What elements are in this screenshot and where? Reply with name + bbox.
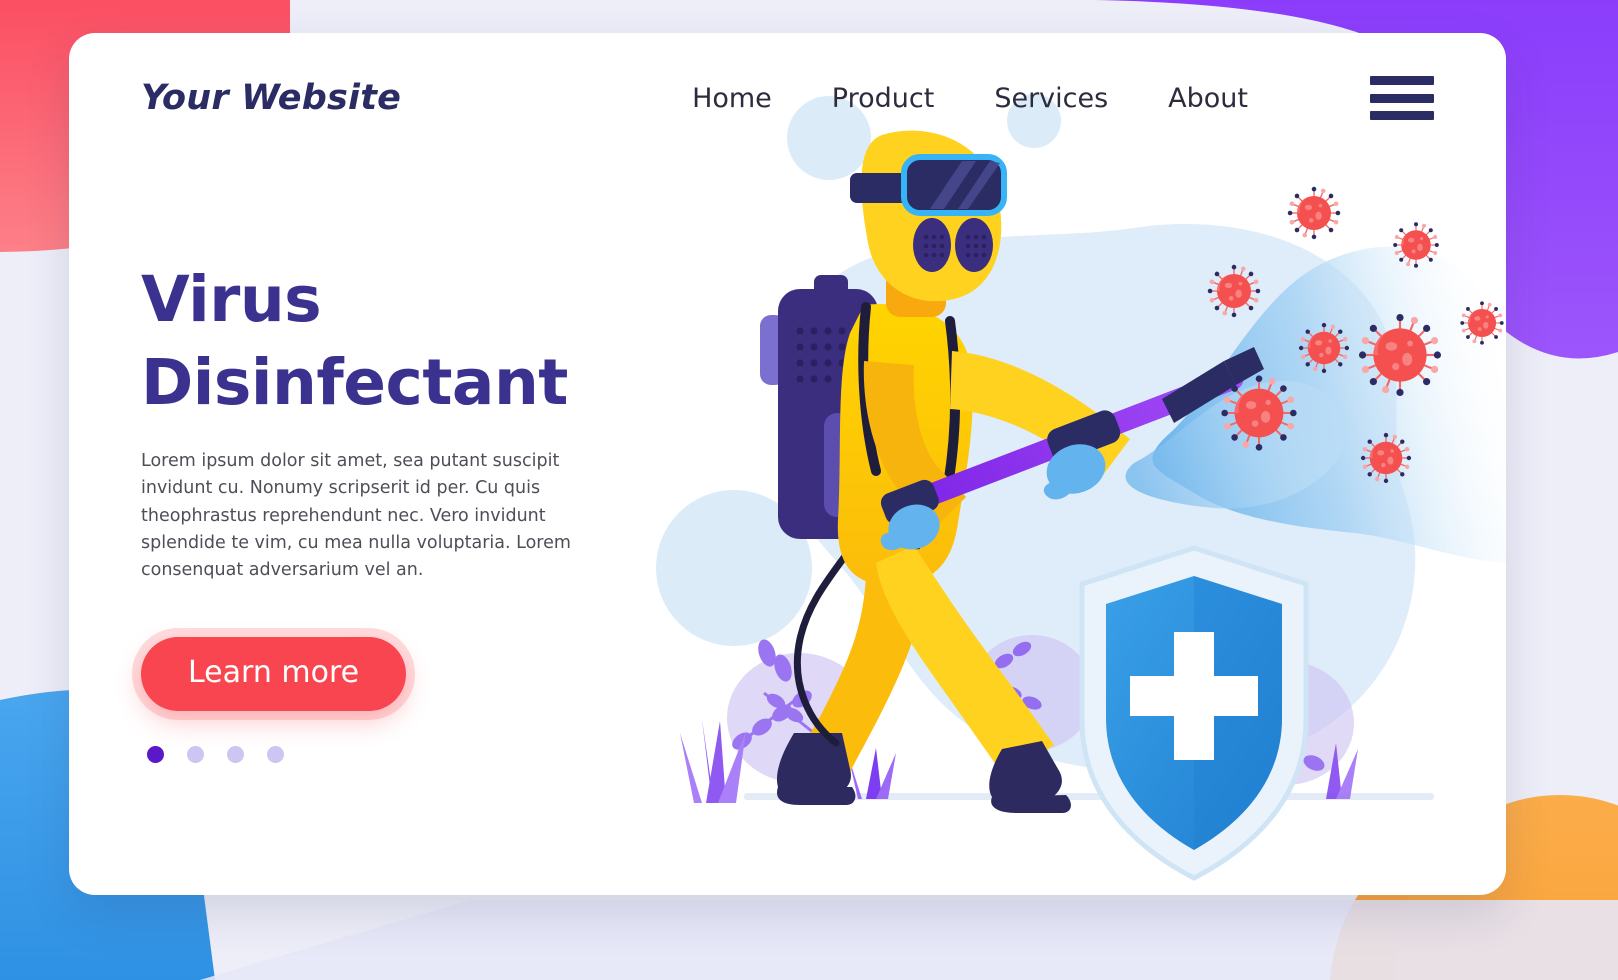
virus-particle (1287, 186, 1341, 240)
site-header: Your Website Home Product Services About (69, 33, 1506, 163)
learn-more-button[interactable]: Learn more (141, 636, 407, 711)
nav-item-about[interactable]: About (1168, 83, 1248, 114)
virus-particle (1220, 374, 1298, 452)
virus-particle (1360, 432, 1412, 484)
hamburger-bar-2 (1370, 93, 1434, 103)
nav-item-services[interactable]: Services (994, 83, 1108, 114)
hamburger-bar-3 (1370, 111, 1434, 120)
carousel-dot-1[interactable] (147, 745, 164, 763)
virus-particle (1298, 322, 1350, 374)
carousel-dot-4[interactable] (267, 745, 284, 763)
hamburger-icon[interactable] (1370, 76, 1434, 120)
security-shield (1079, 545, 1309, 881)
nav-item-home[interactable]: Home (692, 83, 772, 114)
virus-particle (1459, 300, 1505, 346)
hero-illustration (614, 93, 1506, 883)
page-title: Virus Disinfectant (141, 258, 661, 424)
carousel-dot-2[interactable] (187, 745, 204, 763)
nav-item-product[interactable]: Product (832, 83, 935, 114)
hero-paragraph: Lorem ipsum dolor sit amet, sea putant s… (141, 451, 571, 580)
virus-particle (1357, 312, 1443, 398)
site-logo[interactable]: Your Website (141, 78, 401, 118)
headline-line-2: Disinfectant (141, 346, 568, 420)
worker-goggles (901, 154, 1007, 216)
main-navigation: Home Product Services About (692, 76, 1434, 120)
landing-page-card: Your Website Home Product Services About (69, 33, 1506, 895)
hamburger-bar-1 (1370, 76, 1434, 85)
headline-line-1: Virus (141, 263, 322, 336)
cta-container: Learn more (141, 636, 661, 711)
carousel-dots (147, 745, 661, 763)
virus-particle (1207, 264, 1261, 318)
carousel-dot-3[interactable] (227, 745, 244, 763)
virus-particle (1392, 221, 1440, 269)
hero-copy: Virus Disinfectant Lorem ipsum dolor sit… (141, 258, 661, 763)
